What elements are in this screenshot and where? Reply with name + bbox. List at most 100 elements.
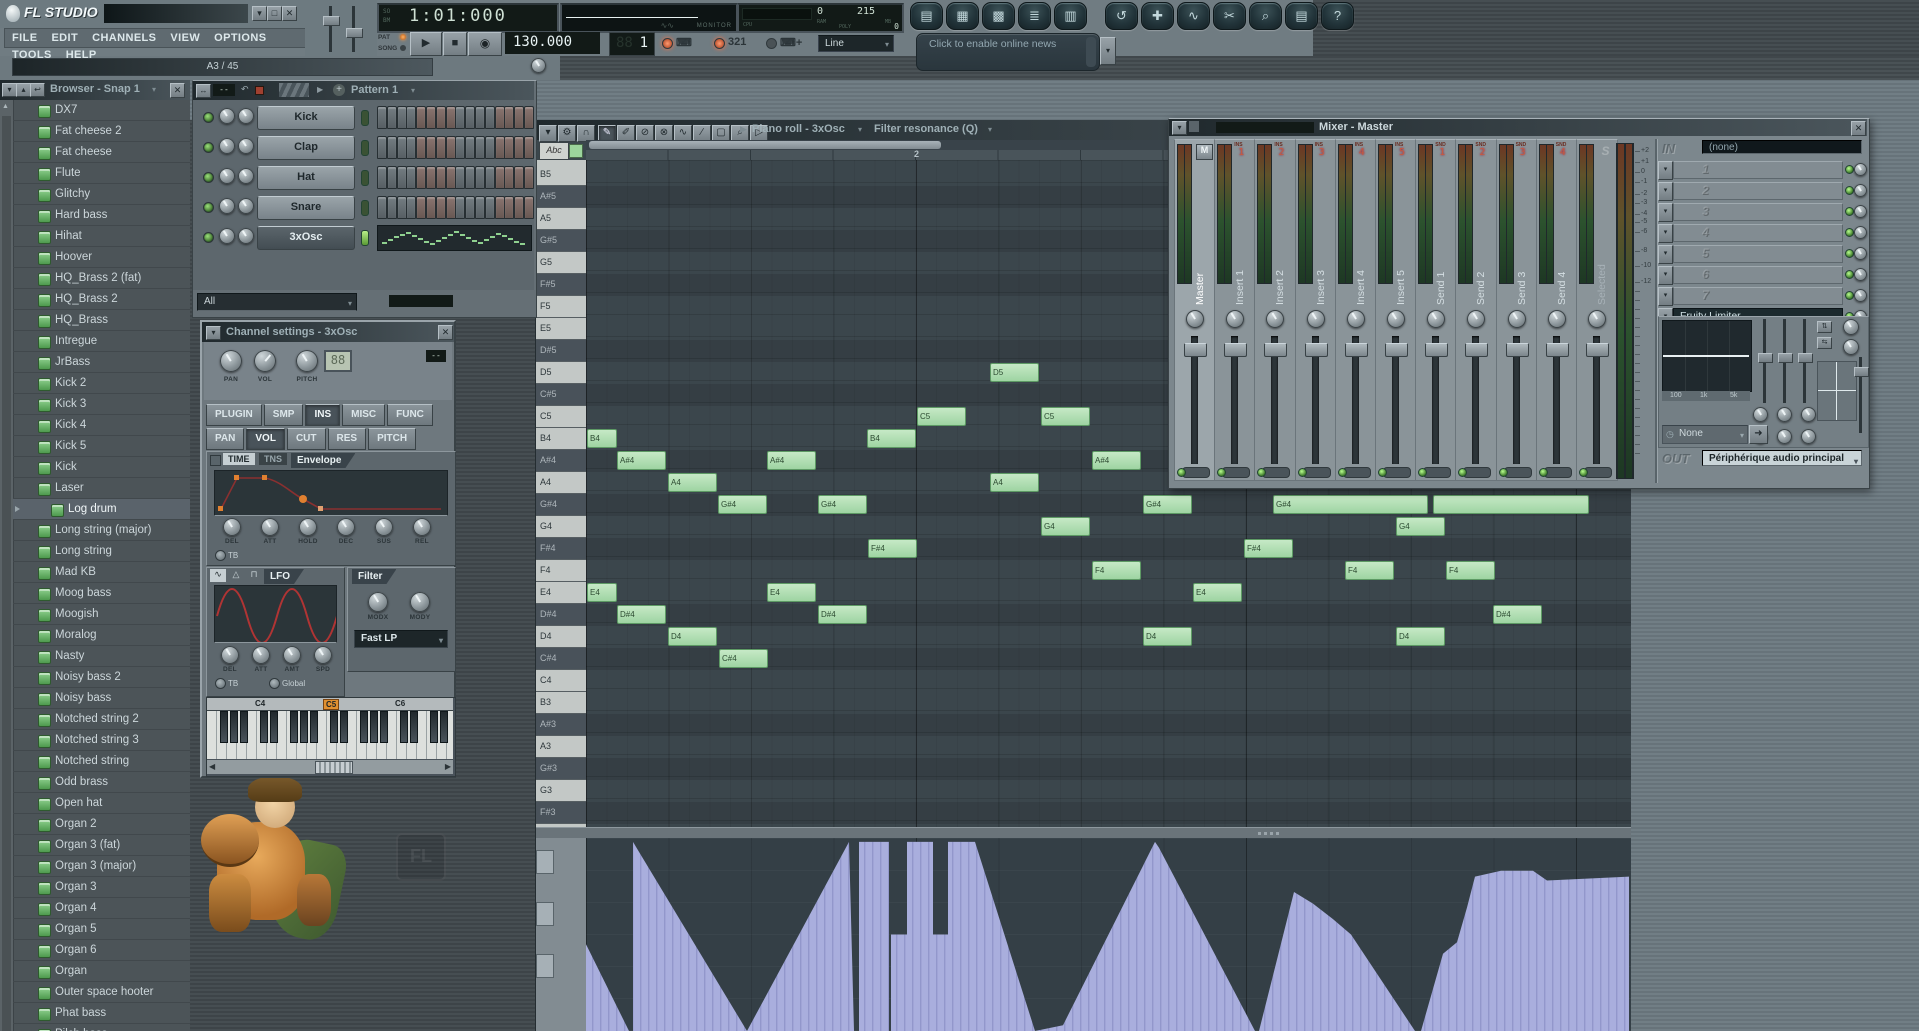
mixer-strip-insert-5[interactable]: INS5Insert 5 xyxy=(1375,139,1417,481)
mixer-strip-master[interactable]: MMaster xyxy=(1174,139,1216,481)
piano-key-g4[interactable]: G4 xyxy=(536,516,586,538)
step-cell[interactable] xyxy=(504,196,514,219)
step-cell[interactable] xyxy=(436,166,446,189)
pat-song-switch[interactable]: PAT SONG xyxy=(378,34,408,56)
step-cell[interactable] xyxy=(446,106,456,129)
strip-pan-knob[interactable] xyxy=(1548,310,1566,328)
mixer-strip-send-4[interactable]: SND4Send 4 xyxy=(1536,139,1578,481)
fx-slot-led[interactable] xyxy=(1845,207,1854,216)
channel-pan-knob[interactable] xyxy=(219,108,235,124)
tab-ins[interactable]: INS xyxy=(305,404,340,426)
piano-key-e4[interactable]: E4 xyxy=(536,582,586,604)
mixer-strip-insert-2[interactable]: INS2Insert 2 xyxy=(1254,139,1296,481)
browser-item[interactable]: Open hat xyxy=(13,793,190,814)
browser-item[interactable]: Organ 6 xyxy=(13,940,190,961)
piano-key-cs4[interactable]: C#4 xyxy=(536,648,586,670)
save-button[interactable]: ∿ xyxy=(1177,2,1210,30)
step-cell[interactable] xyxy=(495,106,505,129)
fx-slot-menu-icon[interactable]: ▾ xyxy=(1658,287,1673,306)
midi-note-c5[interactable]: C5 xyxy=(1041,407,1090,426)
keyboard-scroll-handle[interactable] xyxy=(315,761,353,774)
midi-note-ds4[interactable]: D#4 xyxy=(818,605,867,624)
piano-key-fs5[interactable]: F#5 xyxy=(536,274,586,296)
hold-knob[interactable] xyxy=(299,518,317,536)
channel-enable-led[interactable] xyxy=(203,202,214,213)
help-button[interactable]: ? xyxy=(1321,2,1354,30)
step-cell[interactable] xyxy=(416,196,426,219)
browser-button[interactable]: ≣ xyxy=(1018,2,1051,30)
step-cell[interactable] xyxy=(397,166,407,189)
event-editor-lane[interactable] xyxy=(586,838,1631,1031)
strip-fader-handle[interactable] xyxy=(1345,343,1368,357)
step-cell[interactable] xyxy=(514,196,524,219)
piano-key-a3[interactable]: A3 xyxy=(536,736,586,758)
channel-pan-knob[interactable] xyxy=(1843,339,1859,355)
envelope-graph[interactable] xyxy=(214,470,448,516)
eq-graph[interactable] xyxy=(1662,320,1752,392)
strip-mute-led[interactable] xyxy=(1579,468,1588,477)
add-pattern-icon[interactable]: + xyxy=(333,84,345,96)
browser-item[interactable]: Hihat xyxy=(13,226,190,247)
browser-collapse-icon[interactable]: ▾ xyxy=(2,83,17,97)
black-key[interactable] xyxy=(410,711,418,743)
mixer-strip-insert-4[interactable]: INS4Insert 4 xyxy=(1335,139,1377,481)
menu-channels[interactable]: CHANNELS xyxy=(85,30,163,46)
env-tb-radio[interactable] xyxy=(215,550,226,561)
pitch-range-display[interactable]: 88 xyxy=(324,350,352,372)
strip-fx-enable[interactable] xyxy=(1383,467,1411,478)
step-sequencer-button[interactable]: ▦ xyxy=(946,2,979,30)
browser-item[interactable]: Log drum xyxy=(13,499,190,520)
save-new-version-button[interactable]: ✚ xyxy=(1141,2,1174,30)
step-cell[interactable] xyxy=(504,106,514,129)
record-step-icon[interactable] xyxy=(255,86,264,95)
pattern-selector[interactable]: Pattern 1 xyxy=(351,84,398,96)
step-cell[interactable] xyxy=(475,166,485,189)
strip-pan-knob[interactable] xyxy=(1508,310,1526,328)
tab-plugin[interactable]: PLUGIN xyxy=(206,404,262,426)
step-cell[interactable] xyxy=(485,136,495,159)
stereo-sep-icon[interactable]: ⇆ xyxy=(1817,337,1832,349)
browser-item[interactable]: Notched string 2 xyxy=(13,709,190,730)
eq-mini-knob[interactable] xyxy=(1801,407,1816,422)
step-cell[interactable] xyxy=(475,196,485,219)
fx-slot-body[interactable]: 6 xyxy=(1673,266,1843,284)
piano-key-ds4[interactable]: D#4 xyxy=(536,604,586,626)
piano-key-g3[interactable]: G3 xyxy=(536,780,586,802)
black-key[interactable] xyxy=(380,711,388,743)
online-news-panel[interactable]: Click to enable online news xyxy=(916,33,1100,71)
piano-key-a4[interactable]: A4 xyxy=(536,472,586,494)
midi-note-g4[interactable]: G4 xyxy=(1396,517,1445,536)
lfo-global-radio[interactable] xyxy=(269,678,280,689)
strip-fx-enable[interactable] xyxy=(1303,467,1331,478)
menu-options[interactable]: OPTIONS xyxy=(207,30,273,46)
piano-key-c4[interactable]: C4 xyxy=(536,670,586,692)
black-key[interactable] xyxy=(360,711,368,743)
browser-item[interactable]: Intregue xyxy=(13,331,190,352)
step-cell[interactable] xyxy=(397,106,407,129)
channel-mute-led[interactable] xyxy=(361,230,369,246)
main-volume-slider[interactable] xyxy=(323,16,340,26)
midi-note-a4[interactable]: A4 xyxy=(990,473,1039,492)
fx-slot-led[interactable] xyxy=(1845,186,1854,195)
piano-key-a5[interactable]: A5 xyxy=(536,208,586,230)
midi-note-e4[interactable]: E4 xyxy=(767,583,816,602)
pattern-display[interactable]: 88 1 xyxy=(609,32,655,56)
fx-slot-body[interactable]: 4 xyxy=(1673,224,1843,242)
cut-button[interactable]: ✂ xyxy=(1213,2,1246,30)
stereo-sep-knob[interactable] xyxy=(1843,319,1859,335)
multilink-toggle[interactable]: ⌨+ xyxy=(766,33,816,55)
close-button[interactable]: ✕ xyxy=(282,6,297,21)
browser-item[interactable]: Kick 5 xyxy=(13,436,190,457)
piano-key-b4[interactable]: B4 xyxy=(536,428,586,450)
strip-fader-handle[interactable] xyxy=(1465,343,1488,357)
fx-slot-menu-icon[interactable]: ▾ xyxy=(1658,245,1673,264)
strip-pan-knob[interactable] xyxy=(1588,310,1606,328)
browser-item[interactable]: Notched string xyxy=(13,751,190,772)
step-cell[interactable] xyxy=(387,136,397,159)
step-cell[interactable] xyxy=(446,166,456,189)
stop-button[interactable]: ■ xyxy=(443,32,467,56)
black-key[interactable] xyxy=(310,711,318,743)
fx-mix-knob[interactable] xyxy=(1854,163,1867,176)
midi-note-d4[interactable]: D4 xyxy=(668,627,717,646)
att-knob[interactable] xyxy=(252,646,270,664)
